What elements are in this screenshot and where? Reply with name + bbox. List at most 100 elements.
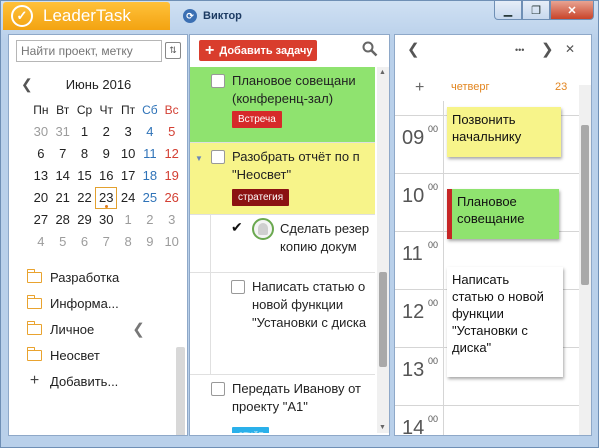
calendar-day[interactable]: 15 bbox=[74, 165, 96, 187]
project-item[interactable]: Личное ❮ bbox=[27, 316, 145, 342]
calendar-day[interactable]: 5 bbox=[161, 121, 183, 143]
minimize-button[interactable]: ▁ bbox=[494, 1, 522, 20]
add-event-icon[interactable]: + bbox=[415, 79, 424, 97]
day-name: четверг bbox=[451, 81, 490, 93]
task-item[interactable]: Плановое совещани (конференц-зал) Встреча bbox=[190, 67, 375, 143]
scroll-down-icon[interactable]: ▼ bbox=[379, 424, 386, 431]
search-icon[interactable] bbox=[362, 41, 378, 57]
add-project-button[interactable]: + Добавить... bbox=[27, 368, 145, 394]
hour-label: 12 bbox=[402, 301, 425, 323]
restore-button[interactable]: ❐ bbox=[522, 1, 550, 20]
calendar-day[interactable]: 21 bbox=[52, 187, 74, 209]
calendar-day[interactable]: 31 bbox=[52, 121, 74, 143]
calendar-day[interactable]: 5 bbox=[52, 231, 74, 253]
expand-icon[interactable]: ▼ bbox=[195, 150, 203, 167]
calendar-day[interactable]: 6 bbox=[30, 143, 52, 165]
add-task-button[interactable]: + Добавить задачу bbox=[199, 40, 317, 61]
task-list-scrollbar[interactable]: ▲ ▼ bbox=[377, 67, 389, 433]
calendar-day[interactable]: 3 bbox=[117, 121, 139, 143]
close-panel-icon[interactable]: ✕ bbox=[565, 42, 575, 56]
calendar-day[interactable]: 7 bbox=[95, 231, 117, 253]
prev-month-icon[interactable]: ❮ bbox=[21, 76, 33, 93]
calendar-day[interactable]: 1 bbox=[117, 209, 139, 231]
calendar-day[interactable]: 9 bbox=[95, 143, 117, 165]
task-checkbox[interactable] bbox=[211, 74, 225, 88]
calendar-day[interactable]: 13 bbox=[30, 165, 52, 187]
calendar-day[interactable]: 23 bbox=[95, 187, 118, 209]
weekday-label: Вт bbox=[56, 103, 70, 117]
calendar-day[interactable]: 17 bbox=[117, 165, 139, 187]
calendar-day[interactable]: 26 bbox=[161, 187, 183, 209]
calendar-day[interactable]: 3 bbox=[161, 209, 183, 231]
calendar-day[interactable]: 12 bbox=[161, 143, 183, 165]
sidebar: ⇅ ❮ Июнь 2016 ПнВтСрЧтПтСбВс303112345678… bbox=[8, 34, 188, 436]
search-input[interactable] bbox=[16, 40, 162, 62]
calendar-event[interactable]: Написать статью о новой функции "Установки … bbox=[447, 267, 563, 377]
calendar-day[interactable]: 19 bbox=[161, 165, 183, 187]
calendar-day[interactable]: 20 bbox=[30, 187, 52, 209]
calendar-day[interactable]: 2 bbox=[139, 209, 161, 231]
filter-icon[interactable]: ⇅ bbox=[165, 42, 181, 59]
calendar-day[interactable]: 28 bbox=[52, 209, 74, 231]
weekday-label: Сб bbox=[142, 103, 158, 117]
next-day-icon[interactable]: ❯ bbox=[541, 40, 554, 58]
brand-tab[interactable]: ✓ LeaderTask bbox=[3, 2, 170, 30]
more-icon[interactable]: ••• bbox=[515, 45, 524, 55]
task-item[interactable]: ✔ Сделать резер копию докум bbox=[190, 215, 375, 273]
task-list: Плановое совещани (конференц-зал) Встреча ▼… bbox=[190, 67, 375, 433]
calendar-day[interactable]: 11 bbox=[139, 143, 161, 165]
task-checkbox[interactable] bbox=[211, 150, 225, 164]
calendar-day[interactable]: 9 bbox=[139, 231, 161, 253]
scroll-thumb[interactable] bbox=[379, 272, 387, 367]
calendar-day[interactable]: 25 bbox=[139, 187, 161, 209]
calendar-day[interactable]: 30 bbox=[95, 209, 117, 231]
hour-row[interactable]: 14 00 bbox=[395, 405, 579, 435]
calendar-day[interactable]: 27 bbox=[30, 209, 52, 231]
sync-icon: ⟳ bbox=[183, 9, 197, 23]
calendar-day[interactable]: 4 bbox=[30, 231, 52, 253]
close-button[interactable]: ✕ bbox=[550, 1, 594, 20]
prev-day-icon[interactable]: ❮ bbox=[407, 40, 420, 58]
project-item[interactable]: Информа... bbox=[27, 290, 145, 316]
calendar-day[interactable]: 29 bbox=[74, 209, 96, 231]
sidebar-scrollbar[interactable] bbox=[176, 347, 185, 435]
task-checkbox[interactable]: ✔ bbox=[231, 219, 245, 236]
calendar-day[interactable]: 10 bbox=[117, 143, 139, 165]
calendar-day[interactable]: 16 bbox=[95, 165, 117, 187]
user-name: Виктор bbox=[203, 10, 242, 22]
calendar-day[interactable]: 14 bbox=[52, 165, 74, 187]
task-title: "Неосвет" bbox=[232, 167, 292, 182]
calendar-day[interactable]: 8 bbox=[74, 143, 96, 165]
task-tag[interactable]: стратегия bbox=[232, 189, 290, 206]
calendar-day[interactable]: 30 bbox=[30, 121, 52, 143]
task-item[interactable]: ▼ Разобрать отчёт по п "Неосвет" стратегия bbox=[190, 143, 375, 215]
task-tag[interactable]: Встреча bbox=[232, 111, 282, 128]
project-item[interactable]: Неосвет bbox=[27, 342, 145, 368]
calendar-day[interactable]: 10 bbox=[161, 231, 183, 253]
collapse-icon[interactable]: ❮ bbox=[132, 320, 145, 338]
scroll-up-icon[interactable]: ▲ bbox=[379, 69, 386, 76]
scroll-thumb[interactable] bbox=[581, 125, 589, 285]
calendar-day[interactable]: 24 bbox=[117, 187, 139, 209]
calendar-event[interactable]: Плановое совещание bbox=[447, 189, 559, 239]
calendar-day[interactable]: 7 bbox=[52, 143, 74, 165]
calendar-day[interactable]: 18 bbox=[139, 165, 161, 187]
task-checkbox[interactable] bbox=[231, 280, 245, 294]
day-view-scrollbar[interactable] bbox=[579, 85, 591, 435]
month-title[interactable]: Июнь 2016 bbox=[16, 77, 181, 92]
project-item[interactable]: Разработка bbox=[27, 264, 145, 290]
task-item[interactable]: Передать Иванову от проекту "А1" отчёт bbox=[190, 375, 375, 433]
task-checkbox[interactable] bbox=[211, 382, 225, 396]
calendar-day[interactable]: 2 bbox=[95, 121, 117, 143]
calendar-day[interactable]: 6 bbox=[74, 231, 96, 253]
calendar-day[interactable]: 1 bbox=[74, 121, 96, 143]
calendar-event[interactable]: Позвонить начальнику bbox=[447, 107, 561, 157]
hour-label: 11 bbox=[402, 243, 423, 265]
task-item[interactable]: Написать статью о новой функции "Установки… bbox=[190, 273, 375, 375]
project-label: Личное bbox=[50, 321, 95, 337]
calendar-day[interactable]: 8 bbox=[117, 231, 139, 253]
calendar-day[interactable]: 22 bbox=[74, 187, 96, 209]
user-account[interactable]: ⟳ Виктор bbox=[183, 9, 242, 23]
calendar-day[interactable]: 4 bbox=[139, 121, 161, 143]
task-tag[interactable]: отчёт bbox=[232, 427, 270, 433]
